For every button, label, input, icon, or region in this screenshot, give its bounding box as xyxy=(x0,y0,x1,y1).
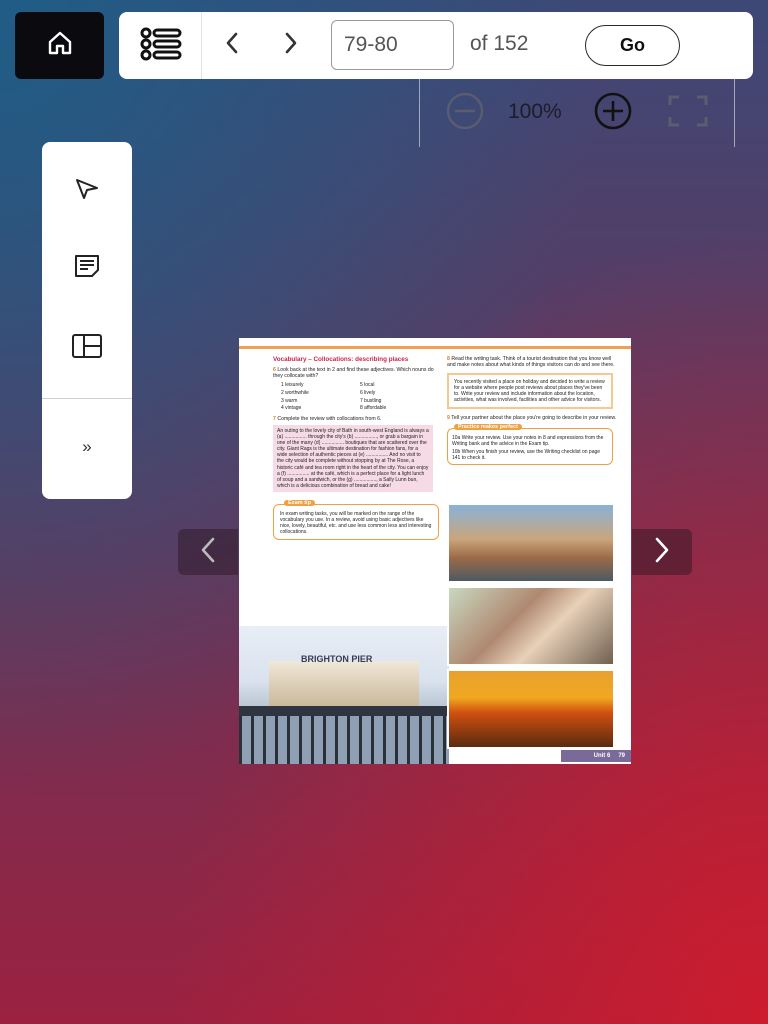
layout-icon xyxy=(71,333,103,364)
question-8: 8 Read the writing task. Think of a tour… xyxy=(447,356,617,368)
question-number: 8 xyxy=(447,356,450,362)
question-number: 9 xyxy=(447,415,450,422)
exam-tip-box: Exam tip In exam writing tasks, you will… xyxy=(273,499,439,541)
tourist-photo xyxy=(447,503,615,583)
zoom-out-icon xyxy=(442,92,488,135)
word-item: 8 affordable xyxy=(360,405,387,412)
question-text: Look back at the text in 2 and find thes… xyxy=(273,367,434,380)
section-title: Vocabulary – Collocations: describing pl… xyxy=(273,356,409,363)
pier-deck xyxy=(239,706,449,716)
zoom-divider-right xyxy=(734,79,735,147)
friends-eating-photo xyxy=(447,586,615,666)
review-text-box: An outing to the lovely city of Bath in … xyxy=(273,424,433,492)
exam-tip-label: Exam tip xyxy=(284,499,315,507)
word-item: 5 local xyxy=(360,382,375,389)
page-top-rule xyxy=(239,346,631,349)
fullscreen-icon xyxy=(667,94,709,133)
chevron-left-icon xyxy=(198,535,218,570)
question-number: 7 xyxy=(273,415,276,422)
word-item: 1 leisurely xyxy=(281,382,304,389)
unit-footer: Unit 6 79 xyxy=(561,750,631,762)
question-text: Read the writing task. Think of a touris… xyxy=(447,356,615,369)
go-button[interactable]: Go xyxy=(585,25,680,66)
home-icon xyxy=(45,28,75,63)
chevron-right-icon xyxy=(652,535,672,570)
page-total-label: of 152 xyxy=(470,32,529,55)
page-left-column: Vocabulary – Collocations: describing pl… xyxy=(273,356,439,541)
next-page-arrow[interactable] xyxy=(632,529,692,575)
zoom-level: 100% xyxy=(508,100,562,123)
chevron-right-icon xyxy=(283,31,299,60)
word-item: 2 worthwhile xyxy=(281,390,309,396)
question-9: 9 Tell your partner about the place you'… xyxy=(447,415,617,421)
question-10a: 10a Write your review. Use your notes in… xyxy=(452,434,604,447)
writing-task-box: You recently visited a place on holiday … xyxy=(447,373,613,410)
layout-tool-button[interactable] xyxy=(42,323,132,373)
notes-tool-button[interactable] xyxy=(42,243,132,293)
fullscreen-button[interactable] xyxy=(664,94,712,132)
table-of-contents-button[interactable] xyxy=(137,26,185,66)
sunset-cyclists-photo xyxy=(447,669,615,749)
brighton-pier-photo: BRIGHTON PIER xyxy=(239,626,449,764)
question-number: 6 xyxy=(273,367,276,373)
question-text: Tell your partner about the place you're… xyxy=(451,415,617,422)
zoom-out-button[interactable] xyxy=(441,92,489,135)
pier-legs xyxy=(239,716,449,764)
word-item: 3 warm xyxy=(281,397,298,404)
pointer-tool-button[interactable] xyxy=(42,166,132,216)
zoom-in-icon xyxy=(590,92,636,135)
next-page-button[interactable] xyxy=(276,30,306,60)
toolbar-divider xyxy=(201,12,202,79)
page-number-input[interactable] xyxy=(331,20,454,70)
chevron-left-icon xyxy=(224,31,240,60)
question-6: 6 Look back at the text in 2 and find th… xyxy=(273,367,439,379)
exam-tip-text: In exam writing tasks, you will be marke… xyxy=(280,510,432,536)
book-page[interactable]: Vocabulary – Collocations: describing pl… xyxy=(239,338,631,764)
side-tools-divider xyxy=(42,398,132,399)
word-item: 4 vintage xyxy=(281,405,302,412)
home-button[interactable] xyxy=(15,12,104,79)
previous-page-arrow[interactable] xyxy=(178,529,238,575)
word-item: 7 bustling xyxy=(360,397,382,404)
note-icon xyxy=(73,253,101,284)
double-chevron-icon: » xyxy=(82,437,92,456)
zoom-toolbar: 100% xyxy=(419,79,735,147)
question-10b: 10b When you finish your review, use the… xyxy=(452,448,601,461)
previous-page-button[interactable] xyxy=(217,30,247,60)
expand-tools-button[interactable]: » xyxy=(42,427,132,467)
pier-sign: BRIGHTON PIER xyxy=(301,654,373,664)
practice-label: Practice makes perfect xyxy=(454,423,522,430)
question-text: Complete the review with collocations fr… xyxy=(277,415,382,422)
question-7: 7 Complete the review with collocations … xyxy=(273,416,439,422)
word-item: 6 lively xyxy=(360,390,376,396)
zoom-divider-left xyxy=(419,79,420,147)
top-toolbar: of 152 Go xyxy=(119,12,753,79)
word-list: 1 leisurely 5 local 2 worthwhile 6 livel… xyxy=(273,382,439,412)
list-icon xyxy=(139,26,183,67)
practice-box: Practice makes perfect 10a Write your re… xyxy=(447,423,613,465)
page-number: 79 xyxy=(618,753,625,759)
zoom-in-button[interactable] xyxy=(589,92,637,135)
page-right-column: 8 Read the writing task. Think of a tour… xyxy=(447,356,617,465)
side-tools-panel: » xyxy=(42,142,132,499)
pier-building xyxy=(269,661,419,707)
pointer-icon xyxy=(73,177,101,206)
unit-label: Unit 6 xyxy=(593,753,611,759)
